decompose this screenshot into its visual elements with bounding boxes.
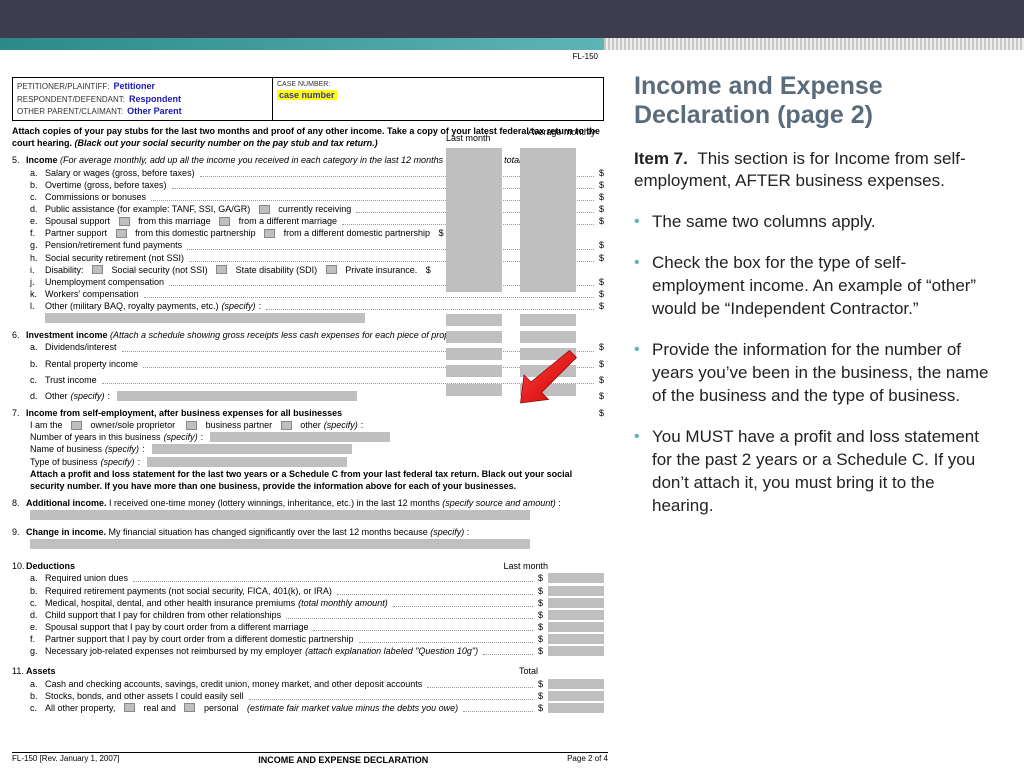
- attach-instructions: Attach copies of your pay stubs for the …: [12, 125, 604, 149]
- section-9: 9.Change in income. My financial situati…: [12, 526, 604, 550]
- case-number: case number: [277, 90, 337, 100]
- slide-accent-stripe: [0, 38, 1024, 50]
- section-5: 5.Income (For average monthly, add up al…: [12, 154, 604, 324]
- slide-title: Income and Expense Declaration (page 2): [634, 72, 994, 130]
- bullet: Check the box for the type of self-emplo…: [634, 252, 994, 321]
- section-8: 8.Additional income. I received one-time…: [12, 497, 604, 521]
- col-last-month: Last month: [446, 132, 491, 144]
- col-avg-monthly: Average monthly: [528, 126, 595, 138]
- section-7: 7.Income from self-employment, after bus…: [12, 407, 604, 492]
- section-6: 6.Investment income (Attach a schedule s…: [12, 329, 604, 402]
- bullet: You MUST have a profit and loss statemen…: [634, 426, 994, 518]
- form-footer: FL-150 [Rev. January 1, 2007]INCOME AND …: [12, 752, 608, 766]
- section-10: 10.DeductionsLast month a.Required union…: [12, 560, 604, 657]
- section-11: 11.AssetsTotal a.Cash and checking accou…: [12, 665, 604, 714]
- bullet: Provide the information for the number o…: [634, 339, 994, 408]
- bullet: The same two columns apply.: [634, 211, 994, 234]
- form-image: FL-150 PETITIONER/PLAINTIFF:Petitioner R…: [0, 50, 610, 768]
- slide-top-bar: [0, 0, 1024, 38]
- case-header-box: PETITIONER/PLAINTIFF:Petitioner RESPONDE…: [12, 77, 604, 121]
- checkbox[interactable]: [259, 205, 270, 214]
- form-code: FL-150: [12, 52, 598, 63]
- explainer-panel: Income and Expense Declaration (page 2) …: [610, 50, 1024, 768]
